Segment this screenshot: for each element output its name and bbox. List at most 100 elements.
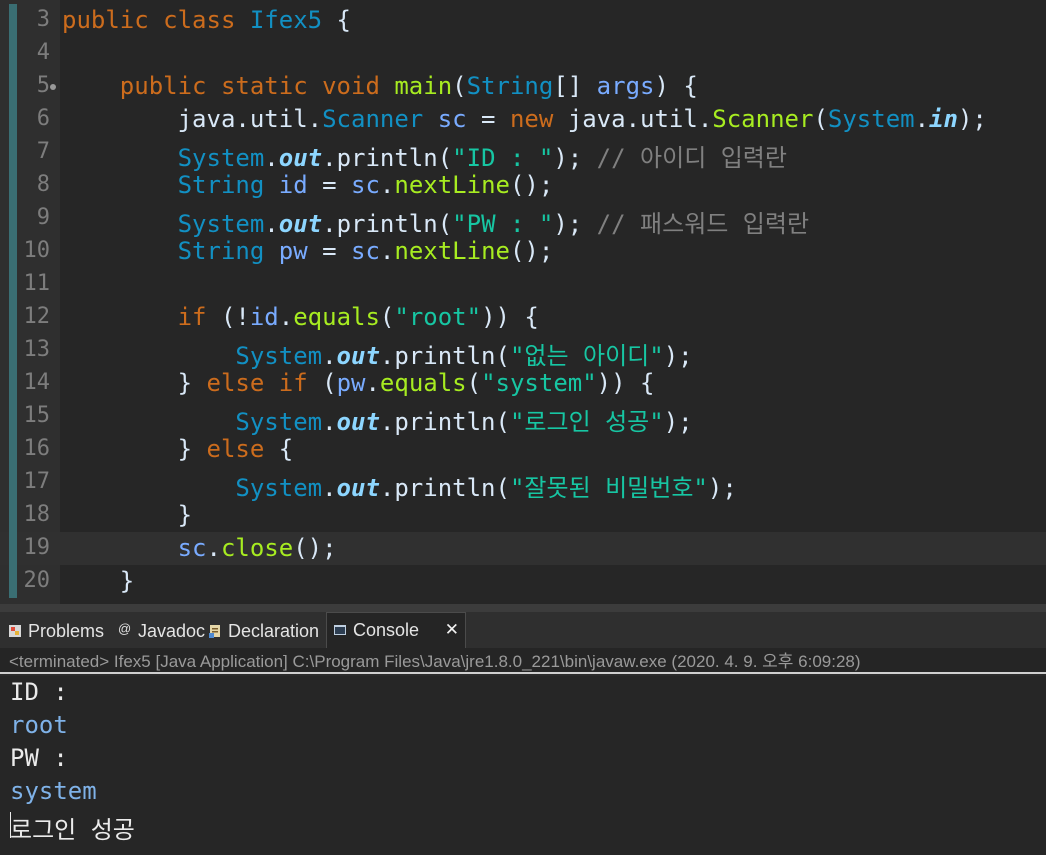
code-token: . bbox=[322, 408, 337, 436]
problems-icon bbox=[9, 625, 21, 637]
code-token: "잘못된 비밀번호" bbox=[509, 474, 708, 502]
code-token: else bbox=[206, 435, 265, 463]
code-line[interactable]: 11 bbox=[0, 268, 1046, 301]
code-token: (! bbox=[206, 303, 250, 331]
code-token: println bbox=[336, 210, 438, 238]
code-token: (); bbox=[509, 237, 554, 265]
code-text: System.out.println("없는 아이디"); bbox=[62, 336, 692, 371]
code-token: println bbox=[394, 408, 496, 436]
code-token: } bbox=[62, 567, 135, 595]
line-number: 6 bbox=[36, 106, 50, 131]
code-token: out bbox=[336, 474, 380, 502]
console-output[interactable]: ID : root PW : system 로그인 성공 bbox=[0, 676, 1046, 855]
code-token: "system" bbox=[481, 369, 597, 397]
line-number: 20 bbox=[23, 568, 51, 593]
code-token: = bbox=[466, 105, 510, 133]
code-line[interactable]: 10 String pw = sc.nextLine(); bbox=[0, 235, 1046, 268]
panel-splitter[interactable] bbox=[0, 604, 1046, 612]
code-line[interactable]: 19 sc.close(); bbox=[0, 532, 1046, 565]
code-token: String bbox=[177, 237, 265, 265]
code-token: . bbox=[379, 408, 395, 436]
code-text: public static void main(String[] args) { bbox=[62, 72, 698, 100]
code-line[interactable]: 9 System.out.println("PW : "); // 패스워드 입… bbox=[0, 202, 1046, 238]
code-line[interactable]: 3 public class Ifex5 { bbox=[0, 4, 1046, 37]
line-number: 19 bbox=[23, 535, 51, 560]
code-text: } else { bbox=[62, 435, 294, 463]
code-text: System.out.println("로그인 성공"); bbox=[62, 402, 693, 437]
code-text: System.out.println("잘못된 비밀번호"); bbox=[62, 468, 737, 503]
console-output-line: ID : bbox=[10, 678, 68, 706]
code-token: . bbox=[322, 144, 337, 172]
code-token: sc bbox=[351, 171, 380, 199]
code-token: java.util. bbox=[553, 105, 713, 133]
code-text: System.out.println("ID : "); // 아이디 입력란 bbox=[62, 138, 787, 173]
bottom-panel-tabs: Problems @ Javadoc Declaration Console ✕ bbox=[0, 612, 1046, 648]
tab-console-label: Console bbox=[353, 620, 420, 640]
code-token: ); bbox=[663, 408, 693, 436]
code-line[interactable]: 15 System.out.println("로그인 성공"); bbox=[0, 400, 1046, 436]
code-token: ( bbox=[495, 408, 510, 436]
code-token: nextLine bbox=[394, 171, 510, 199]
line-number: 13 bbox=[23, 337, 51, 362]
console-input-line: system bbox=[10, 777, 97, 805]
code-token: println bbox=[394, 474, 496, 502]
code-text: String pw = sc.nextLine(); bbox=[62, 237, 554, 265]
code-token: "ID : " bbox=[452, 144, 554, 172]
console-status-line: <terminated> Ifex5 [Java Application] C:… bbox=[0, 648, 1046, 674]
code-token: sc bbox=[177, 534, 207, 562]
code-token: ); bbox=[707, 474, 737, 502]
code-line[interactable]: 7 System.out.println("ID : "); // 아이디 입력… bbox=[0, 136, 1046, 172]
line-number: 11 bbox=[23, 271, 51, 296]
line-number: 17 bbox=[23, 469, 51, 494]
code-line[interactable]: 6 java.util.Scanner sc = new java.util.S… bbox=[0, 103, 1046, 136]
code-token: )) { bbox=[596, 369, 655, 397]
text-caret bbox=[10, 812, 11, 838]
code-line[interactable]: 13 System.out.println("없는 아이디"); bbox=[0, 334, 1046, 370]
code-token: out bbox=[278, 144, 323, 172]
code-token: . bbox=[322, 474, 337, 502]
code-token: println bbox=[394, 342, 496, 370]
code-text: System.out.println("PW : "); // 패스워드 입력란 bbox=[62, 204, 809, 239]
code-token: sc bbox=[437, 105, 467, 133]
code-token: ( bbox=[495, 474, 510, 502]
line-number: 10 bbox=[23, 238, 51, 263]
code-line[interactable]: 8 String id = sc.nextLine(); bbox=[0, 169, 1046, 202]
code-text: } bbox=[62, 567, 134, 595]
code-token: . bbox=[365, 369, 380, 397]
code-line[interactable]: 4 bbox=[0, 37, 1046, 70]
code-line[interactable]: 20 } bbox=[0, 565, 1046, 598]
tab-problems-label: Problems bbox=[28, 621, 105, 641]
code-token: id bbox=[278, 171, 308, 199]
close-icon[interactable]: ✕ bbox=[445, 613, 459, 647]
code-token: )) { bbox=[481, 303, 539, 331]
code-token: = bbox=[307, 237, 352, 265]
code-text: String id = sc.nextLine(); bbox=[62, 171, 554, 199]
tab-console[interactable]: Console ✕ bbox=[326, 612, 466, 648]
code-token: { bbox=[264, 435, 294, 463]
code-line[interactable]: 18 } bbox=[0, 499, 1046, 532]
code-token: System bbox=[235, 474, 323, 502]
code-line[interactable]: 5 public static void main(String[] args)… bbox=[0, 70, 1046, 103]
code-token: Scanner bbox=[322, 105, 424, 133]
code-line[interactable]: 17 System.out.println("잘못된 비밀번호"); bbox=[0, 466, 1046, 502]
code-editor[interactable]: 3 public class Ifex5 {4 5 public static vo… bbox=[0, 0, 1046, 604]
code-token: in bbox=[929, 105, 958, 133]
code-token: class bbox=[163, 6, 236, 34]
line-number: 12 bbox=[23, 304, 51, 329]
code-token: out bbox=[336, 408, 380, 436]
code-line[interactable]: 14 } else if (pw.equals("system")) { bbox=[0, 367, 1046, 400]
code-token: args bbox=[596, 72, 655, 100]
code-line[interactable]: 12 if (!id.equals("root")) { bbox=[0, 301, 1046, 334]
fold-icon[interactable] bbox=[50, 84, 56, 90]
code-token: Scanner bbox=[712, 105, 814, 133]
code-token: equals bbox=[379, 369, 467, 397]
code-line[interactable]: 16 } else { bbox=[0, 433, 1046, 466]
code-token: ( bbox=[437, 210, 453, 238]
